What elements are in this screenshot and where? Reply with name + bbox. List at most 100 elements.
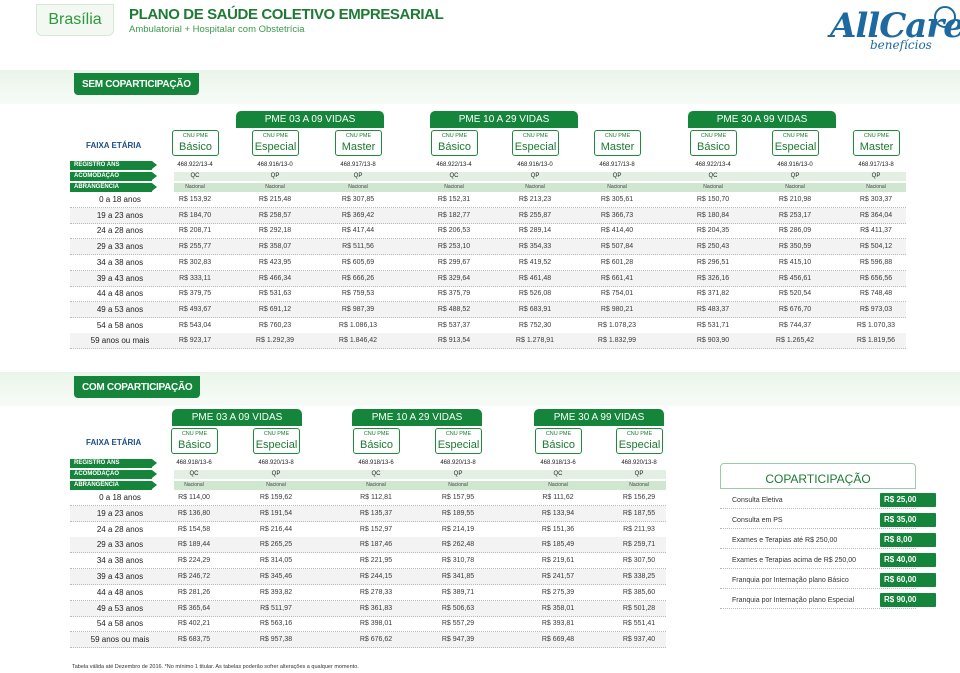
price-cell: R$ 157,95 [441,494,475,501]
copart-item-label: Franquia por Internação plano Especial [732,597,855,604]
price-cell: R$ 414,40 [600,227,634,235]
registro-ans-row-cell: 468.920/13-8 [621,460,657,466]
price-cell: R$ 289,14 [518,227,552,235]
registro-ans-row: REGISTRO ANS 468.922/13-4 468.916/13-0 468.… [70,161,906,170]
plan-header-especial: CNU PME Especial [772,130,819,156]
plan-kicker: CNU PME [262,133,289,139]
price-cell: R$ 204,35 [696,227,730,235]
price-cell: R$ 419,52 [518,258,552,266]
abrangencia-row: ABRANGÊNCIA Nacional Nacional Nacional Nacio… [70,183,906,192]
price-cell: R$ 215,48 [258,196,292,203]
plan-kicker: CNU PME [345,133,372,139]
price-cell: R$ 531,71 [696,321,730,329]
acomodacao-row-cell: QC [371,471,381,477]
table-row: 49 a 53 anos R$ 493,67 R$ 691,12 R$ 987,39 R… [70,301,906,318]
price-cell: R$ 676,70 [778,305,812,313]
plan-group-header: PME 10 A 29 VIDAS [352,409,482,426]
copart-item-label: Exames e Terapias até R$ 250,00 [732,537,838,544]
table-row: 29 a 33 anos R$ 255,77 R$ 358,07 R$ 511,56 R… [70,239,906,256]
plan-kicker: CNU PME [626,431,653,437]
price-cell: R$ 152,31 [437,196,471,203]
acomodacao-row-cell: QP [871,173,881,179]
price-cell: R$ 206,53 [437,227,471,235]
price-cell: R$ 1.265,42 [775,337,815,345]
table-row: 19 a 23 anos R$ 184,70 R$ 258,57 R$ 369,42 R… [70,207,906,224]
copart-row: Franquia por Internação plano Básico R$ 6… [720,573,936,589]
plan-group-header: PME 30 A 99 VIDAS [688,111,836,128]
price-cell: R$ 286,09 [778,227,812,235]
price-cell: R$ 219,61 [541,557,575,565]
price-cell: R$ 666,26 [341,274,375,282]
abrangencia-row-cell: Nacional [265,184,285,190]
price-cell: R$ 184,70 [178,211,212,219]
price-cell: R$ 246,72 [177,573,211,580]
acomodacao-row: ACOMODAÇÃO QC QP QP QC QP QP QC QP QP [70,172,906,181]
table-row: 19 a 23 anos R$ 136,80 R$ 191,54 R$ 135,37 R… [70,505,666,522]
price-cell: R$ 180,84 [696,211,730,219]
price-cell: R$ 461,48 [518,274,552,282]
price-cell: R$ 557,29 [441,620,475,628]
table-row: 39 a 43 anos R$ 333,11 R$ 466,34 R$ 666,26 R… [70,270,906,287]
price-cell: R$ 683,75 [177,636,211,644]
price-cell: R$ 302,83 [178,258,212,266]
registro-ans-row-cell: 468.918/13-6 [540,460,576,466]
registro-ans-row-label: REGISTRO ANS [70,459,157,468]
price-cell: R$ 596,88 [859,258,893,266]
price-cell: R$ 253,10 [437,243,471,251]
price-cell: R$ 488,52 [437,305,471,313]
plan-name: Master [341,140,376,153]
copart-row: Consulta em PS R$ 35,00 [720,513,936,529]
copart-item-price: R$ 40,00 [880,553,936,567]
price-cell: R$ 504,12 [859,243,893,251]
plan-group-header: PME 03 A 09 VIDAS [236,111,384,128]
price-cell: R$ 661,41 [600,274,634,282]
price-cell: R$ 1.078,23 [597,321,637,329]
page-title: PLANO DE SAÚDE COLETIVO EMPRESARIAL [129,6,444,23]
registro-ans-row: REGISTRO ANS 468.918/13-6 468.920/13-8 468.… [70,459,666,468]
price-cell: R$ 1.832,99 [597,337,637,345]
price-cell: R$ 759,53 [341,290,375,298]
price-cell: R$ 466,34 [258,274,292,282]
abrangencia-row-cell: Nacional [525,184,545,190]
price-cell: R$ 913,54 [437,337,471,345]
plan-group-header: PME 30 A 99 VIDAS [534,409,664,426]
price-cell: R$ 393,81 [541,620,575,628]
acomodacao-row-cell: QC [189,471,199,477]
registro-ans-row-cell: 468.922/13-4 [695,162,731,168]
plan-header-basico: CNU PME Básico [172,130,219,156]
plan-kicker: CNU PME [363,431,390,437]
price-cell: R$ 114,00 [178,494,210,501]
acomodacao-row-cell: QC [708,173,718,179]
price-cell: R$ 259,71 [622,541,656,549]
allcare-logo: AllCare benefícios [826,4,960,56]
price-cell: R$ 303,37 [859,196,893,203]
plan-name: Master [600,140,635,153]
price-cell: R$ 1.070,33 [856,321,896,329]
plan-name: Especial [618,438,661,451]
price-cell: R$ 253,17 [778,211,812,219]
plan-name: Especial [774,140,817,153]
copart-row: Exames e Terapias até R$ 250,00 R$ 8,00 [720,533,936,549]
plan-group-header: PME 03 A 09 VIDAS [172,409,302,426]
table-row: 44 a 48 anos R$ 281,26 R$ 393,82 R$ 278,33 R… [70,585,666,601]
price-cell: R$ 305,61 [600,196,634,203]
price-cell: R$ 326,16 [696,274,730,282]
price-cell: R$ 669,48 [541,636,575,644]
table-row: 54 a 58 anos R$ 402,21 R$ 563,16 R$ 398,01 R… [70,616,666,633]
plan-group-header: PME 10 A 29 VIDAS [430,111,578,128]
price-cell: R$ 310,78 [441,557,475,565]
price-cell: R$ 314,05 [259,557,293,565]
price-cell: R$ 980,21 [600,305,634,313]
price-cell: R$ 683,91 [518,305,552,313]
price-cell: R$ 358,01 [541,604,575,612]
price-cell: R$ 150,70 [696,196,730,203]
price-cell: R$ 520,54 [778,290,812,298]
price-cell: R$ 483,37 [696,305,730,313]
price-cell: R$ 417,44 [341,227,375,235]
sem-section-badge: SEM COPARTICIPAÇÃO [74,73,199,95]
abrangencia-row-cell: Nacional [629,482,649,488]
abrangencia-row-cell: Nacional [366,482,386,488]
table-row: 29 a 33 anos R$ 189,44 R$ 265,25 R$ 187,46 R… [70,537,666,554]
price-cell: R$ 365,64 [177,604,211,612]
coparticipacao-box: COPARTICIPAÇÃO Consulta Eletiva R$ 25,00 C… [720,463,936,609]
